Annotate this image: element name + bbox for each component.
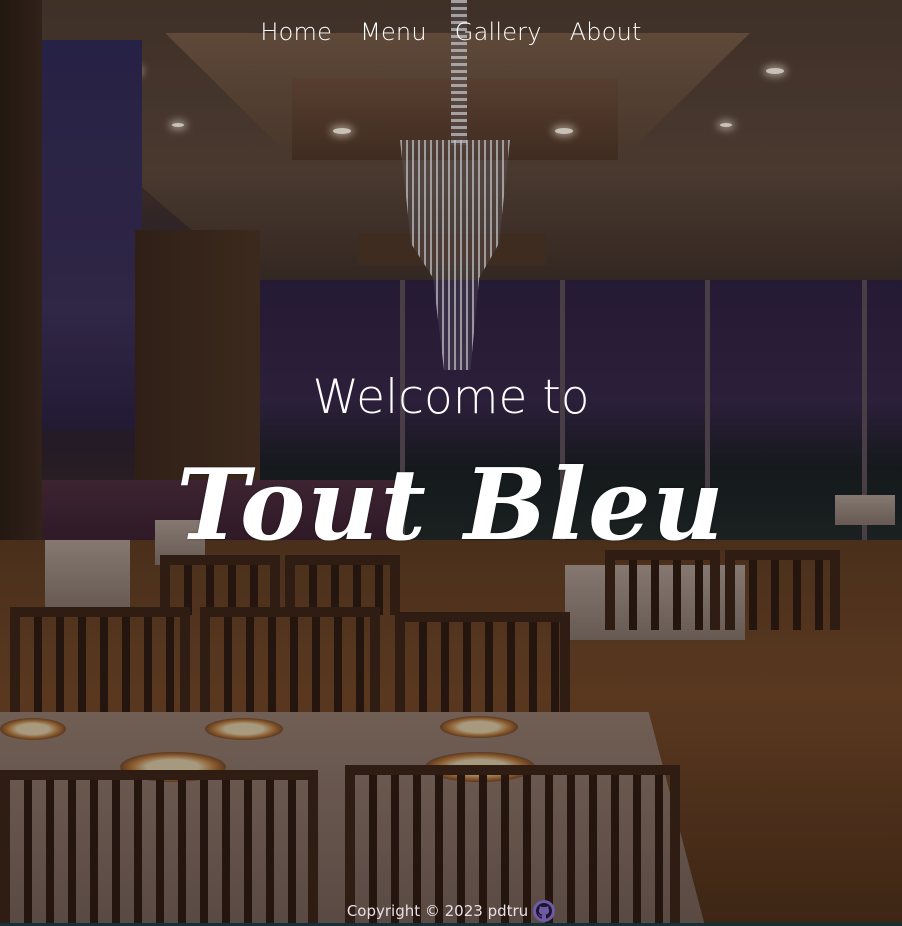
welcome-heading: Welcome to	[312, 370, 590, 425]
nav-link-home[interactable]: Home	[246, 18, 346, 46]
brand-title: Tout Bleu	[176, 448, 726, 563]
main-nav: Home Menu Gallery About	[0, 18, 902, 46]
footer: Copyright © 2023 pdtru	[0, 900, 902, 922]
nav-link-menu[interactable]: Menu	[346, 18, 441, 46]
github-icon-glyph	[536, 903, 553, 919]
nav-link-about[interactable]: About	[556, 18, 656, 46]
nav-link-gallery[interactable]: Gallery	[441, 18, 556, 46]
github-icon[interactable]	[533, 900, 556, 922]
copyright-text: Copyright © 2023 pdtru	[346, 902, 529, 920]
hero-section: Home Menu Gallery About Welcome to Tout …	[0, 0, 902, 926]
